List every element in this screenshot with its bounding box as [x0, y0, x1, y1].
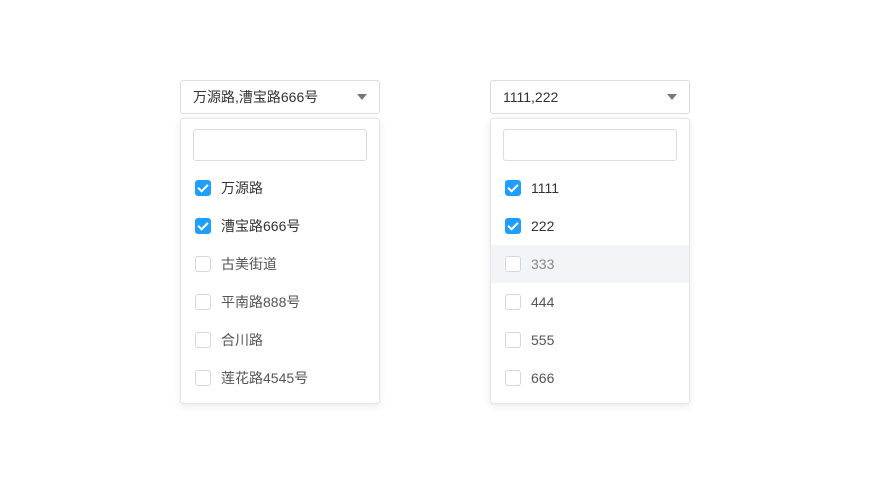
search-input-1[interactable]	[193, 129, 367, 161]
option-label: 666	[531, 370, 554, 386]
option-item[interactable]: 莲花路4545号	[181, 359, 379, 397]
option-label: 平南路888号	[221, 292, 300, 312]
checkbox-icon	[505, 180, 521, 196]
option-item[interactable]: 555	[491, 321, 689, 359]
checkbox-icon	[195, 370, 211, 386]
checkbox-icon	[505, 256, 521, 272]
option-item[interactable]: 合川路	[181, 321, 379, 359]
select-trigger-2[interactable]: 1111,222	[490, 80, 690, 114]
option-label: 漕宝路666号	[221, 216, 300, 236]
search-input-2[interactable]	[503, 129, 677, 161]
option-label: 222	[531, 218, 554, 234]
option-item[interactable]: 666	[491, 359, 689, 397]
option-item[interactable]: 古美街道	[181, 245, 379, 283]
option-item[interactable]: 222	[491, 207, 689, 245]
checkbox-icon	[505, 332, 521, 348]
checkbox-icon	[505, 370, 521, 386]
search-wrap-1	[181, 129, 379, 169]
option-label: 555	[531, 332, 554, 348]
checkbox-icon	[505, 294, 521, 310]
option-list-1: 万源路漕宝路666号古美街道平南路888号合川路莲花路4545号	[181, 169, 379, 397]
option-label: 莲花路4545号	[221, 368, 308, 388]
option-item[interactable]: 万源路	[181, 169, 379, 207]
checkbox-icon	[195, 256, 211, 272]
option-list-2: 1111 222 333 444 555 666	[491, 169, 689, 397]
checkbox-icon	[195, 180, 211, 196]
checkbox-icon	[195, 294, 211, 310]
option-item[interactable]: 漕宝路666号	[181, 207, 379, 245]
option-item[interactable]: 平南路888号	[181, 283, 379, 321]
multi-select-2: 1111,222 1111222333444555666	[490, 80, 690, 114]
option-label: 333	[531, 256, 554, 272]
checkbox-icon	[195, 332, 211, 348]
chevron-down-icon	[357, 94, 367, 100]
checkbox-icon	[195, 218, 211, 234]
option-label: 合川路	[221, 330, 263, 350]
checkbox-icon	[505, 218, 521, 234]
option-label: 1111	[531, 180, 559, 196]
option-label: 万源路	[221, 178, 263, 198]
option-label: 古美街道	[221, 254, 277, 274]
dropdown-panel-2: 1111 222 333 444 555 666	[490, 118, 690, 404]
dropdown-panel-1: 万源路漕宝路666号古美街道平南路888号合川路莲花路4545号	[180, 118, 380, 404]
select-trigger-1[interactable]: 万源路,漕宝路666号	[180, 80, 380, 114]
multi-select-1: 万源路,漕宝路666号 万源路漕宝路666号古美街道平南路888号合川路莲花路4…	[180, 80, 380, 114]
option-item[interactable]: 333	[491, 245, 689, 283]
option-item[interactable]: 444	[491, 283, 689, 321]
select-value-1: 万源路,漕宝路666号	[193, 87, 318, 107]
option-item[interactable]: 1111	[491, 169, 689, 207]
option-label: 444	[531, 294, 554, 310]
search-wrap-2	[491, 129, 689, 169]
chevron-down-icon	[667, 94, 677, 100]
select-value-2: 1111,222	[503, 89, 558, 105]
